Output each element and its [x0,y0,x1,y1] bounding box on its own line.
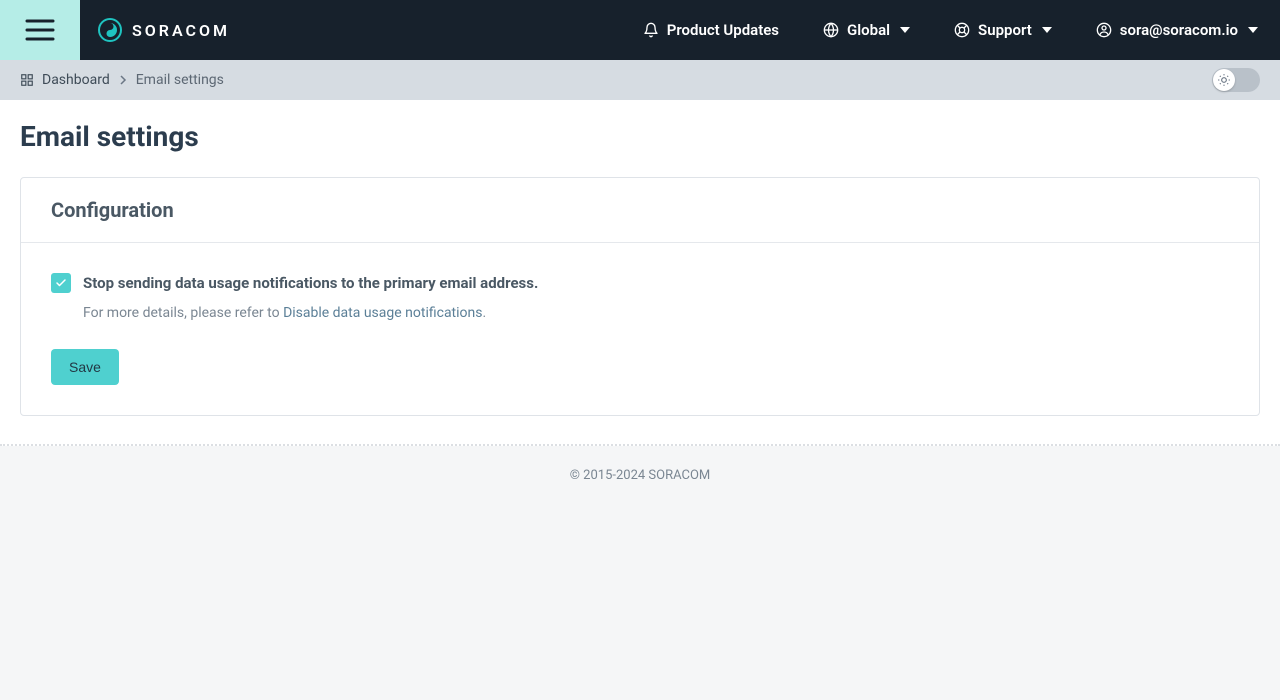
help-text: For more details, please refer to Disabl… [83,305,1229,321]
support-menu[interactable]: Support [932,0,1074,60]
support-icon [954,22,970,38]
top-nav: SORACOM Product Updates Global Support [0,0,1280,60]
region-label: Global [847,21,890,39]
hamburger-menu-button[interactable] [0,0,80,60]
card-header: Configuration [21,178,1259,243]
hamburger-icon [25,19,55,41]
dashboard-icon [20,73,34,87]
save-button[interactable]: Save [51,349,119,385]
theme-toggle-knob [1213,69,1235,91]
brand-mark-icon [98,18,122,42]
page-title: Email settings [20,120,1260,153]
stop-notifications-checkbox[interactable] [51,273,71,293]
region-selector[interactable]: Global [801,0,932,60]
breadcrumb-separator [118,75,128,85]
stop-notifications-row: Stop sending data usage notifications to… [51,273,1229,293]
caret-down-icon [900,27,910,33]
disable-notifications-link[interactable]: Disable data usage notifications [283,305,482,321]
card-title: Configuration [51,198,1229,222]
user-icon [1096,22,1112,38]
main-content: Email settings Configuration Stop sendin… [0,100,1280,446]
help-prefix: For more details, please refer to [83,305,283,321]
support-label: Support [978,21,1032,39]
help-suffix: . [482,305,486,321]
card-body: Stop sending data usage notifications to… [21,243,1259,415]
check-icon [55,277,67,289]
breadcrumb-bar: Dashboard Email settings [0,60,1280,100]
product-updates-label: Product Updates [667,21,779,39]
bell-icon [643,22,659,38]
caret-down-icon [1248,27,1258,33]
configuration-card: Configuration Stop sending data usage no… [20,177,1260,416]
brand-name: SORACOM [132,21,230,40]
breadcrumb-current: Email settings [136,72,224,88]
globe-icon [823,22,839,38]
caret-down-icon [1042,27,1052,33]
chevron-right-icon [118,75,128,85]
user-email-label: sora@soracom.io [1120,21,1238,39]
brand-logo[interactable]: SORACOM [80,18,230,42]
sun-icon [1217,73,1231,87]
breadcrumb-dashboard-link[interactable]: Dashboard [42,72,110,88]
copyright-text: © 2015-2024 SORACOM [570,468,711,483]
product-updates-button[interactable]: Product Updates [621,0,801,60]
stop-notifications-label: Stop sending data usage notifications to… [83,274,538,292]
footer: © 2015-2024 SORACOM [0,446,1280,700]
theme-toggle[interactable] [1212,68,1260,92]
user-menu[interactable]: sora@soracom.io [1074,0,1280,60]
